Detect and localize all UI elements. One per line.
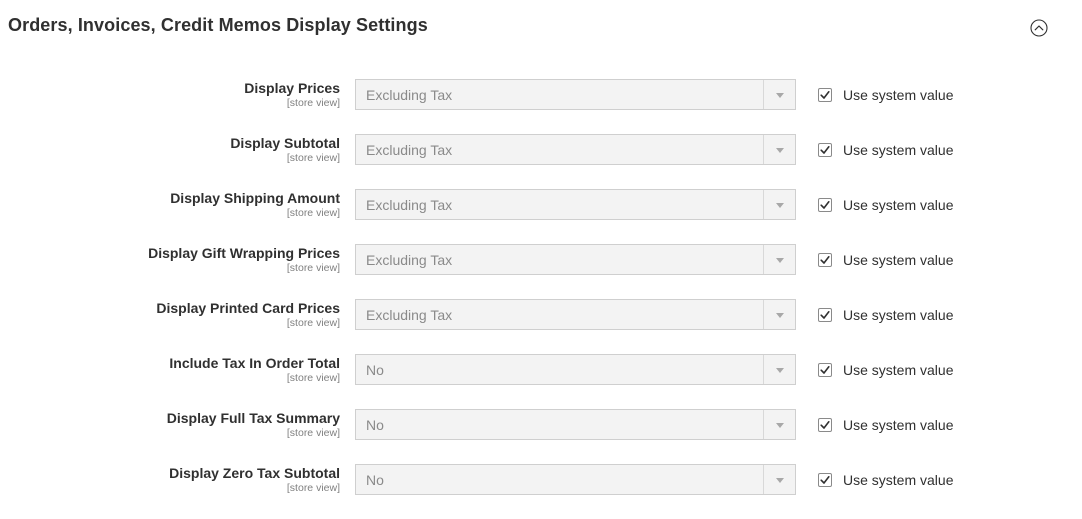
use-system-value-label[interactable]: Use system value <box>843 472 953 488</box>
field-label-text: Display Printed Card Prices <box>156 300 340 316</box>
setting-row-display-shipping-amount: Display Shipping Amount [store view] Exc… <box>0 189 1082 244</box>
use-system-value-label[interactable]: Use system value <box>843 307 953 323</box>
select-divider <box>763 355 764 384</box>
display-printed-card-prices-select[interactable]: Excluding Tax <box>355 299 796 330</box>
use-system-value-checkbox[interactable] <box>818 418 832 432</box>
select-value: Excluding Tax <box>366 307 453 323</box>
display-subtotal-select[interactable]: Excluding Tax <box>355 134 796 165</box>
select-value: Excluding Tax <box>366 87 453 103</box>
dropdown-arrow-icon <box>776 258 784 263</box>
display-shipping-amount-select[interactable]: Excluding Tax <box>355 189 796 220</box>
select-value: No <box>366 362 384 378</box>
setting-row-display-gift-wrapping-prices: Display Gift Wrapping Prices [store view… <box>0 244 1082 299</box>
scope-label: [store view] <box>286 372 340 384</box>
setting-row-display-full-tax-summary: Display Full Tax Summary [store view] No… <box>0 409 1082 464</box>
use-system-value-checkbox[interactable] <box>818 473 832 487</box>
use-system-value-checkbox[interactable] <box>818 363 832 377</box>
field-label-text: Display Prices <box>244 80 340 96</box>
select-divider <box>763 190 764 219</box>
use-system-value-label[interactable]: Use system value <box>843 87 953 103</box>
field-label: Display Printed Card Prices [store view] <box>156 300 340 330</box>
dropdown-arrow-icon <box>776 478 784 483</box>
setting-row-include-tax-in-order-total: Include Tax In Order Total [store view] … <box>0 354 1082 409</box>
select-value: Excluding Tax <box>366 197 453 213</box>
use-system-value-label[interactable]: Use system value <box>843 142 953 158</box>
section-title[interactable]: Orders, Invoices, Credit Memos Display S… <box>8 15 428 36</box>
display-full-tax-summary-select[interactable]: No <box>355 409 796 440</box>
field-label-text: Display Shipping Amount <box>170 190 340 206</box>
use-system-value-label[interactable]: Use system value <box>843 197 953 213</box>
setting-row-display-printed-card-prices: Display Printed Card Prices [store view]… <box>0 299 1082 354</box>
section-header[interactable]: Orders, Invoices, Credit Memos Display S… <box>0 0 1082 56</box>
dropdown-arrow-icon <box>776 423 784 428</box>
field-label-text: Display Full Tax Summary <box>166 410 340 426</box>
select-value: No <box>366 472 384 488</box>
select-value: No <box>366 417 384 433</box>
select-value: Excluding Tax <box>366 252 453 268</box>
use-system-value-label[interactable]: Use system value <box>843 252 953 268</box>
use-system-value-label[interactable]: Use system value <box>843 362 953 378</box>
scope-label: [store view] <box>286 207 340 219</box>
chevron-up-circle-icon[interactable] <box>1030 19 1048 37</box>
include-tax-in-order-total-select[interactable]: No <box>355 354 796 385</box>
field-label-text: Include Tax In Order Total <box>169 355 340 371</box>
select-divider <box>763 465 764 494</box>
display-zero-tax-subtotal-select[interactable]: No <box>355 464 796 495</box>
select-divider <box>763 410 764 439</box>
select-value: Excluding Tax <box>366 142 453 158</box>
dropdown-arrow-icon <box>776 148 784 153</box>
field-label: Display Full Tax Summary [store view] <box>167 410 340 440</box>
field-label: Display Shipping Amount [store view] <box>170 190 340 220</box>
display-gift-wrapping-prices-select[interactable]: Excluding Tax <box>355 244 796 275</box>
scope-label: [store view] <box>286 152 340 164</box>
field-label: Include Tax In Order Total [store view] <box>169 355 340 385</box>
scope-label: [store view] <box>286 427 340 439</box>
field-label-text: Display Subtotal <box>230 135 340 151</box>
scope-label: [store view] <box>286 482 340 494</box>
select-divider <box>763 80 764 109</box>
dropdown-arrow-icon <box>776 203 784 208</box>
setting-row-display-prices: Display Prices [store view] Excluding Ta… <box>0 79 1082 134</box>
field-label: Display Zero Tax Subtotal [store view] <box>169 465 340 495</box>
dropdown-arrow-icon <box>776 313 784 318</box>
field-label-text: Display Gift Wrapping Prices <box>148 245 340 261</box>
scope-label: [store view] <box>286 262 340 274</box>
scope-label: [store view] <box>286 317 340 329</box>
use-system-value-checkbox[interactable] <box>818 308 832 322</box>
select-divider <box>763 245 764 274</box>
use-system-value-checkbox[interactable] <box>818 253 832 267</box>
settings-list: Display Prices [store view] Excluding Ta… <box>0 79 1082 519</box>
dropdown-arrow-icon <box>776 93 784 98</box>
field-label-text: Display Zero Tax Subtotal <box>169 465 340 481</box>
scope-label: [store view] <box>286 97 340 109</box>
use-system-value-checkbox[interactable] <box>818 88 832 102</box>
setting-row-display-subtotal: Display Subtotal [store view] Excluding … <box>0 134 1082 189</box>
field-label: Display Gift Wrapping Prices [store view… <box>148 245 340 275</box>
select-divider <box>763 135 764 164</box>
setting-row-display-zero-tax-subtotal: Display Zero Tax Subtotal [store view] N… <box>0 464 1082 519</box>
use-system-value-checkbox[interactable] <box>818 143 832 157</box>
select-divider <box>763 300 764 329</box>
field-label: Display Prices [store view] <box>244 80 340 110</box>
field-label: Display Subtotal [store view] <box>230 135 340 165</box>
use-system-value-label[interactable]: Use system value <box>843 417 953 433</box>
display-prices-select[interactable]: Excluding Tax <box>355 79 796 110</box>
use-system-value-checkbox[interactable] <box>818 198 832 212</box>
dropdown-arrow-icon <box>776 368 784 373</box>
